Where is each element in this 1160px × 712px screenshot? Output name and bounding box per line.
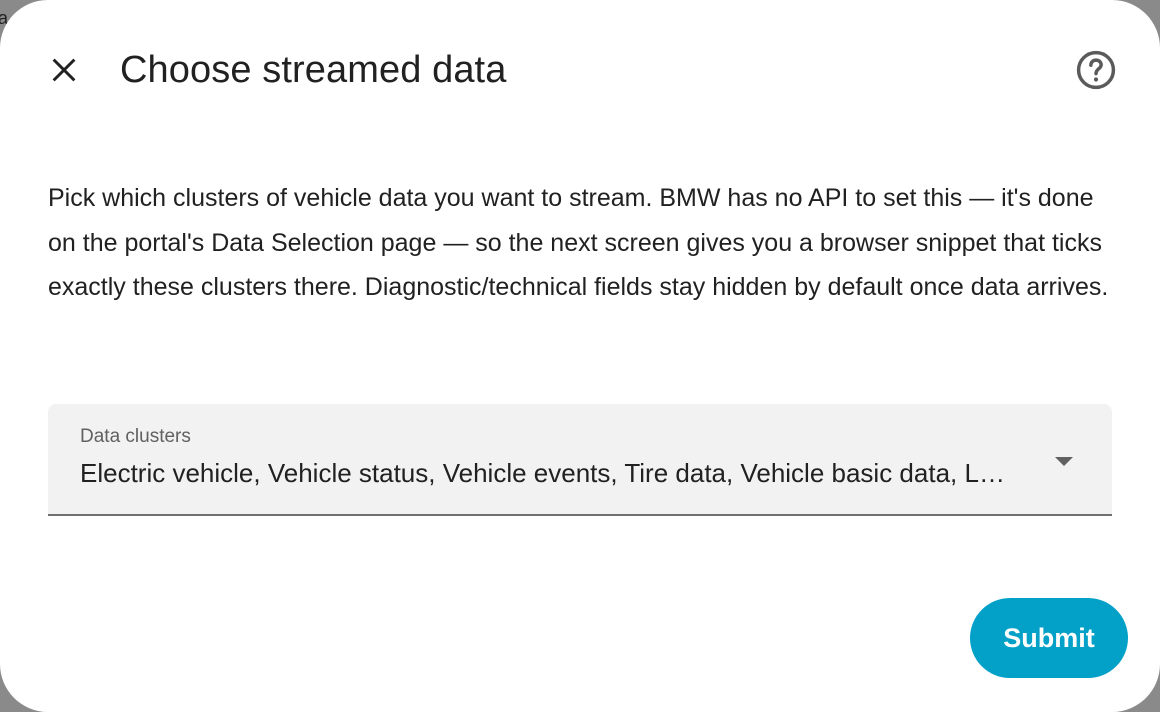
dialog-title: Choose streamed data [120,49,507,91]
help-circle-icon [1076,50,1116,90]
dialog-description: Pick which clusters of vehicle data you … [48,184,1109,301]
dropdown-arrow-icon [1055,457,1073,466]
select-value: Electric vehicle, Vehicle status, Vehicl… [80,458,1010,488]
close-button[interactable] [40,46,88,94]
dialog-header: Choose streamed data [0,0,1160,140]
submit-button[interactable]: Submit [970,598,1128,678]
help-button[interactable] [1072,46,1120,94]
select-label: Data clusters [80,426,191,447]
data-clusters-select[interactable]: Data clusters Electric vehicle, Vehicle … [48,404,1112,516]
close-icon [52,58,76,82]
choose-streamed-data-dialog: Choose streamed data Pick which clusters… [0,0,1160,712]
